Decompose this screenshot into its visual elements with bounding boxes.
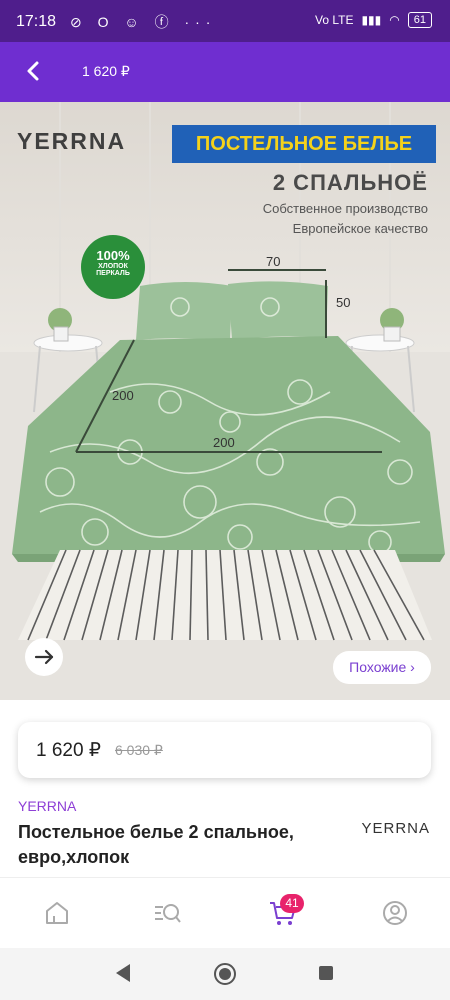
status-time: 17:18 xyxy=(16,13,57,30)
profile-icon[interactable] xyxy=(380,898,410,928)
hero-line-2: Европейское качество xyxy=(292,221,428,236)
home-icon[interactable] xyxy=(42,898,72,928)
wifi-icon: ◠ xyxy=(389,13,400,27)
catalog-search-icon[interactable] xyxy=(152,898,182,928)
old-price: 6 030 ₽ xyxy=(115,742,163,758)
dimension-length: 200 xyxy=(112,388,134,403)
cart-count-badge: 41 xyxy=(280,894,304,913)
bottom-nav: 41 xyxy=(0,878,450,948)
system-recents-icon[interactable] xyxy=(318,965,334,981)
status-bar: 17:18 ⊘ O ☺ ⓕ ··· Vo LTE ▮▮▮ ◠ 61 xyxy=(0,0,450,42)
price-card[interactable]: 1 620 ₽ 6 030 ₽ xyxy=(18,722,431,778)
current-price: 1 620 ₽ xyxy=(36,740,101,761)
brand-link[interactable]: YERRNA xyxy=(18,798,76,814)
system-back-icon[interactable] xyxy=(114,963,132,983)
back-arrow-icon[interactable] xyxy=(20,56,50,86)
dimension-pillow-width: 70 xyxy=(266,254,281,269)
hero-brand: YERRNA xyxy=(17,128,127,154)
next-image-button[interactable] xyxy=(25,638,63,676)
similar-button[interactable]: Похожие › xyxy=(333,651,431,684)
dimension-pillow-height: 50 xyxy=(336,295,351,310)
app-bar: 1 620 ₽ xyxy=(0,42,450,102)
status-right: Vo LTE ▮▮▮ ◠ 61 xyxy=(315,12,432,28)
network-label: Vo LTE xyxy=(314,13,354,27)
badge-line-1: ХЛОПОК xyxy=(98,263,128,270)
hero-line-1: Собственное производство xyxy=(262,201,428,216)
badge-percent: 100% xyxy=(96,248,130,263)
badge-line-2: ПЕРКАЛЬ xyxy=(96,270,130,277)
hero-banner: ПОСТЕЛЬНОЕ БЕЛЬЕ xyxy=(172,125,436,163)
app-bar-title: 1 620 ₽ xyxy=(82,63,130,79)
system-nav-bar xyxy=(0,948,450,1000)
system-home-icon[interactable] xyxy=(213,962,237,986)
signal-icon: ▮▮▮ xyxy=(361,13,382,27)
hero-subtitle: 2 СПАЛЬНОЁ xyxy=(272,170,428,195)
product-title: Постельное белье 2 спальное, евро,хлопок xyxy=(18,822,294,867)
product-image[interactable]: YERRNA ПОСТЕЛЬНОЕ БЕЛЬЕ 2 СПАЛЬНОЁ Собст… xyxy=(0,102,450,700)
brand-logo[interactable]: YERRNA xyxy=(361,820,430,837)
status-notification-icons: ⊘ O ☺ ⓕ ··· xyxy=(70,14,217,30)
dimension-width: 200 xyxy=(213,435,235,450)
battery-icon: 61 xyxy=(407,12,432,28)
cotton-badge: 100% ХЛОПОК ПЕРКАЛЬ xyxy=(81,235,145,299)
arrow-right-icon xyxy=(34,649,54,665)
